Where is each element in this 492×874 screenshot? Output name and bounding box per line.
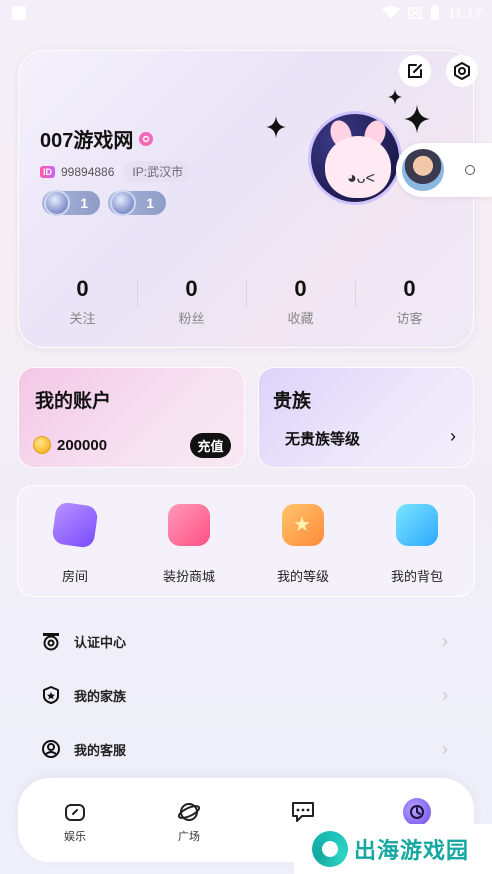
settings-button[interactable] [446, 55, 478, 87]
wifi-icon [382, 6, 400, 19]
feature-room[interactable]: 房间 [25, 501, 125, 596]
wealth-gem-icon [44, 190, 70, 216]
my-account-card[interactable]: 我的账户 200000 充值 [18, 367, 245, 468]
stat-visitors[interactable]: 0 访客 [355, 276, 464, 327]
coin-icon [33, 436, 51, 454]
menu-item-family[interactable]: 我的家族 › [18, 668, 474, 722]
chevron-right-icon: › [442, 630, 448, 651]
tab-plaza[interactable]: 广场 [149, 798, 229, 862]
bunny-avatar-image [325, 136, 391, 198]
stat-label: 粉丝 [178, 311, 205, 326]
id-row: ID 99894886 IP:武汉市 [40, 161, 192, 182]
menu-item-customer-service[interactable]: 我的客服 › [18, 722, 474, 776]
loading-indicator-icon [465, 165, 475, 175]
sparkle-icon [404, 104, 430, 134]
watermark-logo-icon [312, 831, 348, 867]
chevron-right-icon: › [442, 738, 448, 759]
backpack-icon [396, 504, 438, 546]
certification-icon [40, 630, 62, 652]
feature-label: 我的等级 [276, 569, 329, 584]
account-title: 我的账户 [35, 391, 112, 412]
bunny-face: ◕ᴗ< [347, 170, 375, 187]
customer-service-icon [40, 738, 62, 760]
star-level-icon [282, 504, 324, 546]
status-time: 11:17 [448, 5, 482, 21]
planet-icon [175, 798, 203, 826]
sparkle-icon [266, 116, 286, 138]
features-panel: 房间 装扮商城 我的等级 我的背包 [17, 485, 475, 597]
tab-entertainment[interactable]: 娱乐 [35, 798, 115, 862]
id-badge: ID [40, 165, 55, 178]
status-bar: 11:17 [0, 0, 492, 28]
stat-value: 0 [403, 276, 416, 301]
username-row: 007游戏网 [40, 124, 154, 153]
username: 007游戏网 [40, 130, 134, 152]
settings-icon [454, 62, 470, 80]
level-badges: 1 1 [42, 190, 166, 216]
charm-gem-icon [110, 190, 136, 216]
feature-label: 装扮商城 [162, 569, 215, 584]
room-icon [51, 501, 99, 549]
wealth-level-value: 1 [80, 195, 88, 211]
stat-label: 访客 [396, 311, 423, 326]
verified-badge-icon [139, 131, 154, 146]
menu-list: 认证中心 › 我的家族 › 我的客服 › [18, 614, 474, 776]
edit-profile-button[interactable] [399, 55, 431, 87]
chevron-right-icon: › [442, 684, 448, 705]
coin-balance: 200000 [57, 437, 108, 454]
stat-value: 0 [185, 276, 198, 301]
watermark-text: 出海游戏园 [354, 838, 470, 863]
stat-favorites[interactable]: 0 收藏 [246, 276, 355, 327]
charm-level-value: 1 [146, 195, 154, 211]
stat-following[interactable]: 0 关注 [28, 276, 137, 327]
stat-value: 0 [294, 276, 307, 301]
stat-value: 0 [76, 276, 89, 301]
feature-label: 房间 [61, 569, 88, 584]
avatar[interactable]: ◕ᴗ< [308, 111, 402, 205]
sparkle-icon [388, 89, 402, 105]
feature-label: 我的背包 [390, 569, 443, 584]
chat-icon [289, 798, 317, 826]
menu-label: 我的客服 [74, 742, 127, 758]
notification-icon [12, 6, 26, 20]
tab-label: 娱乐 [64, 831, 86, 843]
menu-label: 我的家族 [74, 688, 127, 704]
family-icon [40, 684, 62, 706]
edit-icon [408, 64, 422, 78]
menu-label: 认证中心 [74, 634, 127, 650]
signal-icon [408, 7, 422, 19]
feature-backpack[interactable]: 我的背包 [367, 504, 467, 596]
noble-card[interactable]: 贵族 无贵族等级 › [258, 367, 474, 468]
user-id[interactable]: 99894886 [61, 165, 114, 179]
friend-avatar[interactable] [400, 147, 446, 193]
stat-label: 关注 [69, 311, 96, 326]
wealth-level-badge[interactable]: 1 [42, 190, 100, 216]
charm-level-badge[interactable]: 1 [108, 190, 166, 216]
feature-level[interactable]: 我的等级 [253, 504, 353, 596]
profile-icon [403, 798, 431, 826]
noble-level: 无贵族等级 [285, 431, 361, 448]
watermark: 出海游戏园 [294, 824, 492, 874]
tab-label: 广场 [178, 831, 200, 843]
menu-item-certification[interactable]: 认证中心 › [18, 614, 474, 668]
battery-icon [431, 5, 439, 20]
entertainment-icon [61, 798, 89, 826]
status-icons: 11:17 [382, 5, 482, 21]
stats-row: 0 关注 0 粉丝 0 收藏 0 访客 [28, 276, 464, 327]
shop-bag-icon [168, 504, 210, 546]
ip-location-badge: IP:武汉市 [124, 161, 192, 182]
chevron-right-icon: › [450, 426, 456, 446]
recharge-button[interactable]: 充值 [190, 433, 231, 458]
stat-label: 收藏 [287, 311, 314, 326]
noble-title: 贵族 [273, 391, 312, 412]
feature-shop[interactable]: 装扮商城 [139, 504, 239, 596]
stat-fans[interactable]: 0 粉丝 [137, 276, 246, 327]
